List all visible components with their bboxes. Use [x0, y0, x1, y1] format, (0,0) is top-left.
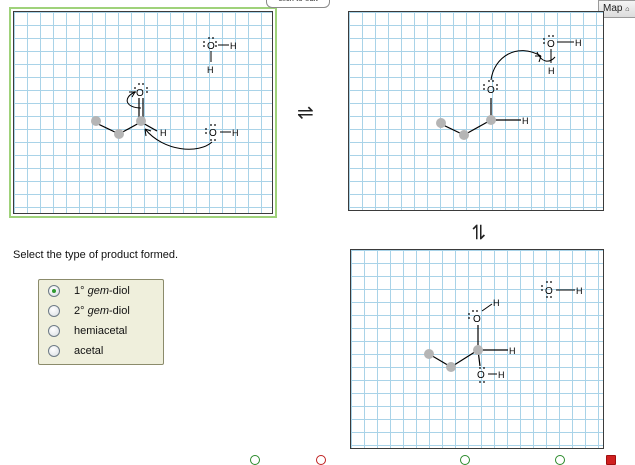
- o-label: O: [477, 370, 485, 381]
- radio-button-selected[interactable]: [48, 285, 60, 297]
- next-icon[interactable]: [555, 455, 565, 465]
- canvas-3-drawing: H O H O H O H: [424, 281, 583, 383]
- equilibrium-arrow-vertical: ⇌: [467, 223, 490, 241]
- carbon-atom: [136, 116, 146, 126]
- h-label: H: [230, 41, 237, 51]
- map-button-label: Map: [603, 3, 623, 14]
- mechanism-canvas-3[interactable]: H O H O H O H: [350, 249, 604, 449]
- option-label: 2° gem-diol: [74, 305, 130, 317]
- o-label: O: [209, 128, 217, 139]
- help-icon[interactable]: [250, 455, 260, 465]
- carbon-atom: [424, 349, 434, 359]
- product-type-options: 1° gem-diol 2° gem-diol hemiacetal aceta…: [38, 279, 164, 365]
- h-label: H: [232, 128, 239, 138]
- option-label: 1° gem-diol: [74, 285, 130, 297]
- mechanism-canvas-1[interactable]: H O O H H O H: [9, 7, 277, 218]
- o-label: O: [207, 41, 215, 52]
- option-label: acetal: [74, 345, 104, 357]
- h-label: H: [548, 66, 555, 76]
- option-label: hemiacetal: [74, 325, 128, 337]
- h-label: H: [498, 370, 505, 380]
- equilibrium-arrow-horizontal: ⇌: [297, 102, 314, 124]
- carbon-atom: [473, 345, 483, 355]
- h-label: H: [509, 346, 516, 356]
- radio-button[interactable]: [48, 305, 60, 317]
- give-up-icon[interactable]: [316, 455, 326, 465]
- carbon-atom: [446, 362, 456, 372]
- carbon-atom: [486, 115, 496, 125]
- carbon-atom: [91, 116, 101, 126]
- mechanism-canvas-2[interactable]: H O O H H: [348, 11, 604, 211]
- carbon-atom: [436, 118, 446, 128]
- h-label: H: [207, 65, 214, 75]
- option-4-acetal[interactable]: acetal: [48, 343, 103, 359]
- map-icon: ⌂: [625, 6, 630, 13]
- radio-button[interactable]: [48, 325, 60, 337]
- o-label: O: [136, 88, 144, 99]
- bottom-toolbar: [240, 455, 635, 465]
- click-to-edit-tooltip: click to edit: [266, 0, 330, 8]
- o-label: O: [547, 39, 555, 50]
- close-icon[interactable]: [606, 455, 616, 465]
- o-label: O: [473, 314, 481, 325]
- canvas-1-drawing: H O O H H O H: [91, 37, 239, 150]
- radio-button[interactable]: [48, 345, 60, 357]
- h-label: H: [576, 286, 583, 296]
- h-label: H: [493, 298, 500, 308]
- option-1-gem-diol-primary[interactable]: 1° gem-diol: [48, 283, 130, 299]
- option-2-gem-diol-secondary[interactable]: 2° gem-diol: [48, 303, 130, 319]
- option-3-hemiacetal[interactable]: hemiacetal: [48, 323, 127, 339]
- hint-icon[interactable]: [460, 455, 470, 465]
- question-text: Select the type of product formed.: [13, 249, 179, 261]
- h-label: H: [575, 38, 582, 48]
- carbon-atom: [114, 129, 124, 139]
- h-label: H: [522, 116, 529, 126]
- canvas-2-drawing: H O O H H: [436, 35, 582, 140]
- carbon-atom: [459, 130, 469, 140]
- o-label: O: [487, 85, 495, 96]
- o-label: O: [545, 286, 553, 297]
- h-label: H: [160, 128, 167, 138]
